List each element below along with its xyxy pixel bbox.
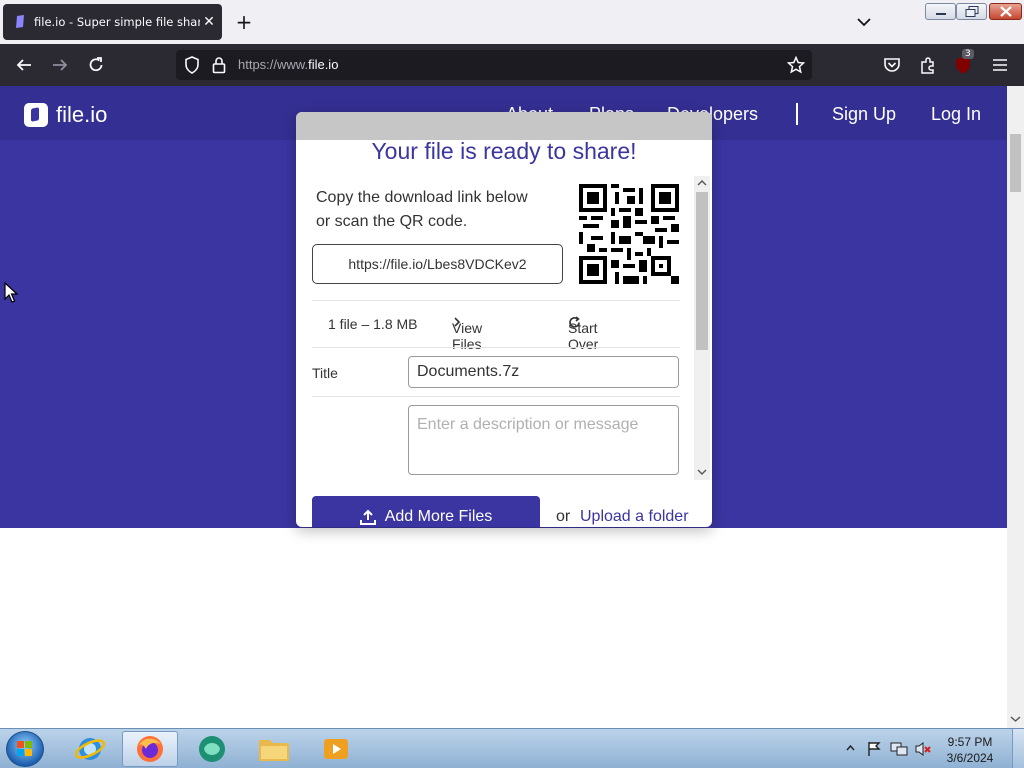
restore-window-button[interactable] [956,3,987,20]
browser-toolbar: https://www.file.io 3 [0,44,1024,86]
volume-muted-icon[interactable] [914,741,932,757]
lock-icon[interactable] [212,56,226,78]
tab-bar: file.io - Super simple file sharing ✕ + [0,0,1024,44]
page-scrollbar[interactable] [1007,86,1024,728]
ublock-icon[interactable]: 3 [952,49,974,76]
web-page: file.io About Plans Developers Sign Up L… [0,86,1007,728]
show-desktop-button[interactable] [1012,729,1024,768]
show-hidden-icons-icon[interactable] [846,744,855,752]
taskbar-clock[interactable]: 9:57 PM 3/6/2024 [940,734,1000,766]
card-scrollbar[interactable] [694,176,710,480]
share-instructions: Copy the download link below or scan the… [316,186,566,234]
scroll-down-icon[interactable] [697,468,707,476]
qr-code-icon [579,184,679,284]
download-link-field[interactable]: https://file.io/Lbes8VDCKev2 [312,244,563,284]
tab-title: file.io - Super simple file sharing [34,15,200,29]
divider [312,347,680,348]
file-explorer-icon[interactable] [246,731,302,767]
url-text[interactable]: https://www.file.io [238,57,338,72]
forward-icon[interactable] [49,54,71,76]
firefox-icon[interactable] [122,731,178,767]
pocket-icon[interactable] [881,54,903,76]
share-card: Your file is ready to share! Copy the do… [296,112,712,527]
title-input[interactable] [408,356,679,388]
nav-log-in[interactable]: Log In [931,104,981,125]
clock-date: 3/6/2024 [946,751,994,765]
page-scrollbar-thumb[interactable] [1010,134,1021,192]
star-icon[interactable] [786,55,806,78]
nav-divider [796,103,798,125]
file-actions-row: 1 file – 1.8 MB View Files Start Over [312,312,680,352]
ie-icon[interactable] [62,731,118,767]
scroll-down-icon[interactable] [1010,715,1021,723]
card-header-strip [296,112,712,140]
view-files-button[interactable]: View Files [452,316,482,352]
browser-tab[interactable]: file.io - Super simple file sharing ✕ [3,4,222,40]
divider [312,300,680,301]
file-io-logo-icon [24,103,48,127]
site-logo[interactable]: file.io [24,102,107,128]
back-icon[interactable] [13,54,35,76]
menu-icon[interactable] [989,54,1011,76]
or-text: or [556,508,571,525]
start-over-button[interactable]: Start Over [568,316,598,352]
file-io-favicon-icon [13,15,27,29]
card-scrollbar-thumb[interactable] [696,192,708,350]
new-tab-button[interactable]: + [232,10,256,34]
close-window-button[interactable] [989,3,1022,20]
network-icon[interactable] [890,741,908,757]
windows-start-icon[interactable] [6,731,44,767]
add-more-files-button[interactable]: Add More Files [312,496,540,527]
extension-badge: 3 [962,49,974,59]
description-input[interactable] [408,405,679,475]
windows-taskbar: 9:57 PM 3/6/2024 [0,728,1024,768]
add-more-files-label: Add More Files [384,508,493,525]
instructions-line-1: Copy the download link below [316,189,528,206]
close-tab-icon[interactable]: ✕ [202,14,216,30]
clock-time: 9:57 PM [947,735,993,749]
minimize-window-button[interactable] [925,3,956,20]
logo-text: file.io [56,102,108,127]
chevron-down-icon[interactable] [855,14,873,30]
card-scroll-area[interactable]: Copy the download link below or scan the… [296,176,712,480]
address-bar[interactable]: https://www.file.io [176,50,812,80]
mouse-cursor-icon [4,282,18,303]
reload-icon[interactable] [85,54,107,76]
scroll-up-icon[interactable] [697,179,707,187]
shield-icon[interactable] [184,56,200,78]
upload-icon [359,509,376,525]
upload-folder-link[interactable]: Upload a folder [580,508,689,527]
nav-sign-up[interactable]: Sign Up [832,104,896,125]
media-player-icon[interactable] [308,731,364,767]
title-label: Title [312,365,338,381]
app-icon[interactable] [184,731,240,767]
card-heading: Your file is ready to share! [371,138,637,164]
flag-icon[interactable] [866,741,882,757]
file-summary: 1 file – 1.8 MB [328,316,418,332]
divider [312,396,680,397]
instructions-line-2: or scan the QR code. [316,213,468,230]
extensions-icon[interactable] [917,54,939,76]
